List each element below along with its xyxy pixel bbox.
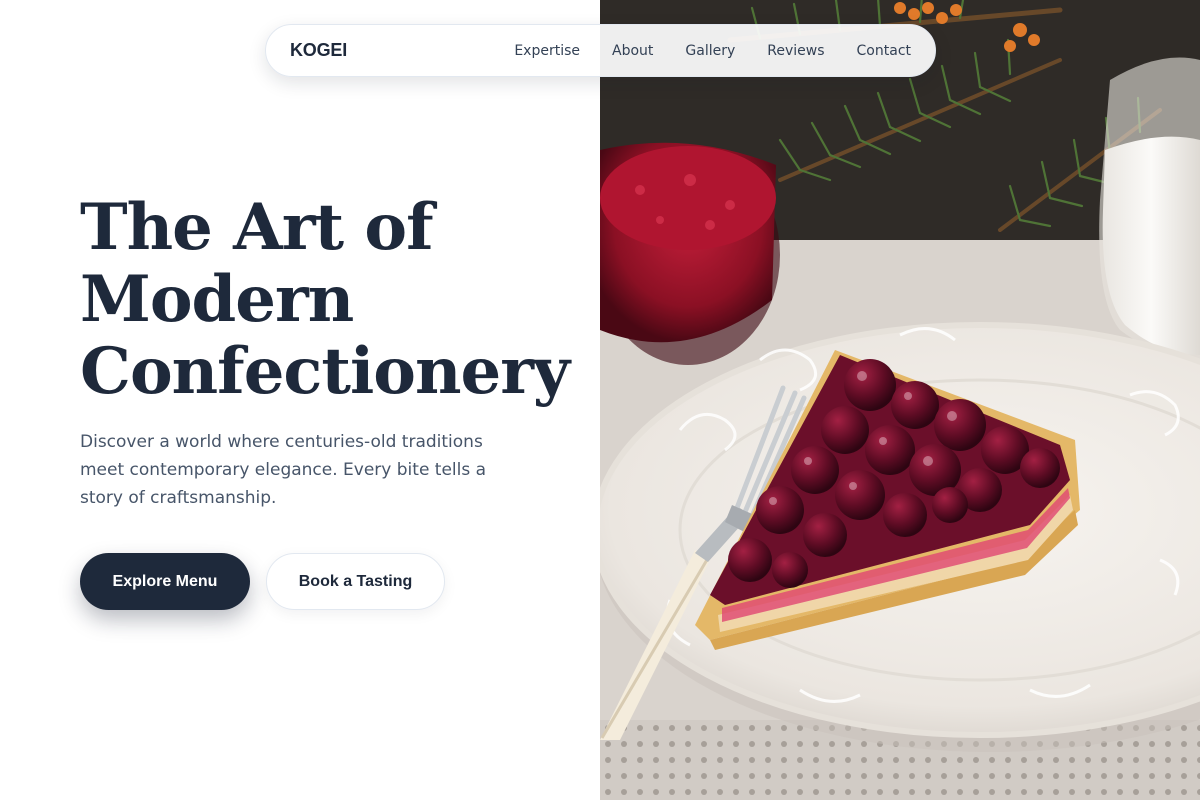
nav-links: Expertise About Gallery Reviews Contact: [514, 43, 911, 59]
explore-menu-button[interactable]: Explore Menu: [80, 553, 250, 610]
top-nav: KOGEI Expertise About Gallery Reviews Co…: [265, 24, 936, 77]
nav-link-about[interactable]: About: [612, 43, 653, 59]
hero-title-line-3: Confectionery: [80, 334, 570, 409]
nav-link-expertise[interactable]: Expertise: [514, 43, 580, 59]
book-tasting-button[interactable]: Book a Tasting: [266, 553, 445, 610]
hero-photo: [600, 0, 1200, 800]
hero-title-line-1: The Art of: [80, 190, 434, 265]
hero-subtitle: Discover a world where centuries-old tra…: [80, 432, 487, 508]
nav-link-reviews[interactable]: Reviews: [767, 43, 824, 59]
cherry-tart-illustration: [600, 0, 1200, 800]
brand-logo[interactable]: KOGEI: [290, 40, 347, 61]
nav-link-gallery[interactable]: Gallery: [685, 43, 735, 59]
nav-link-contact[interactable]: Contact: [857, 43, 911, 59]
hero-title-line-2: Modern: [80, 262, 354, 337]
hero-title: The Art of Modern Confectionery: [80, 192, 580, 408]
